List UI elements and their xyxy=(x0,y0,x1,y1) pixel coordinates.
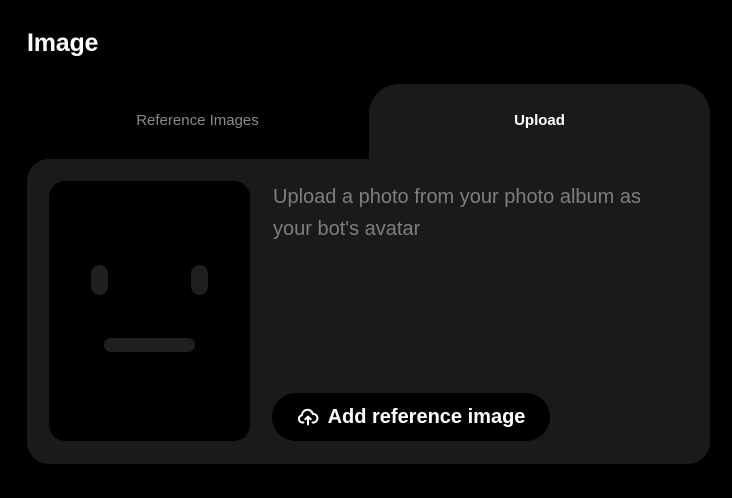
tab-upload-label: Upload xyxy=(514,112,565,129)
placeholder-mouth xyxy=(104,338,195,352)
section-title: Image xyxy=(27,29,99,57)
tab-reference-images[interactable]: Reference Images xyxy=(27,84,368,160)
placeholder-right-eye xyxy=(191,265,208,295)
upload-panel: Upload a photo from your photo album as … xyxy=(27,159,710,464)
cloud-upload-icon xyxy=(297,406,319,428)
add-reference-image-label: Add reference image xyxy=(327,405,526,428)
upload-description: Upload a photo from your photo album as … xyxy=(273,186,641,240)
face-placeholder-icon xyxy=(49,181,250,441)
tab-upload[interactable]: Upload xyxy=(369,84,710,160)
placeholder-left-eye xyxy=(91,265,108,295)
add-reference-image-button[interactable]: Add reference image xyxy=(272,393,550,441)
tab-reference-images-label: Reference Images xyxy=(136,112,259,129)
